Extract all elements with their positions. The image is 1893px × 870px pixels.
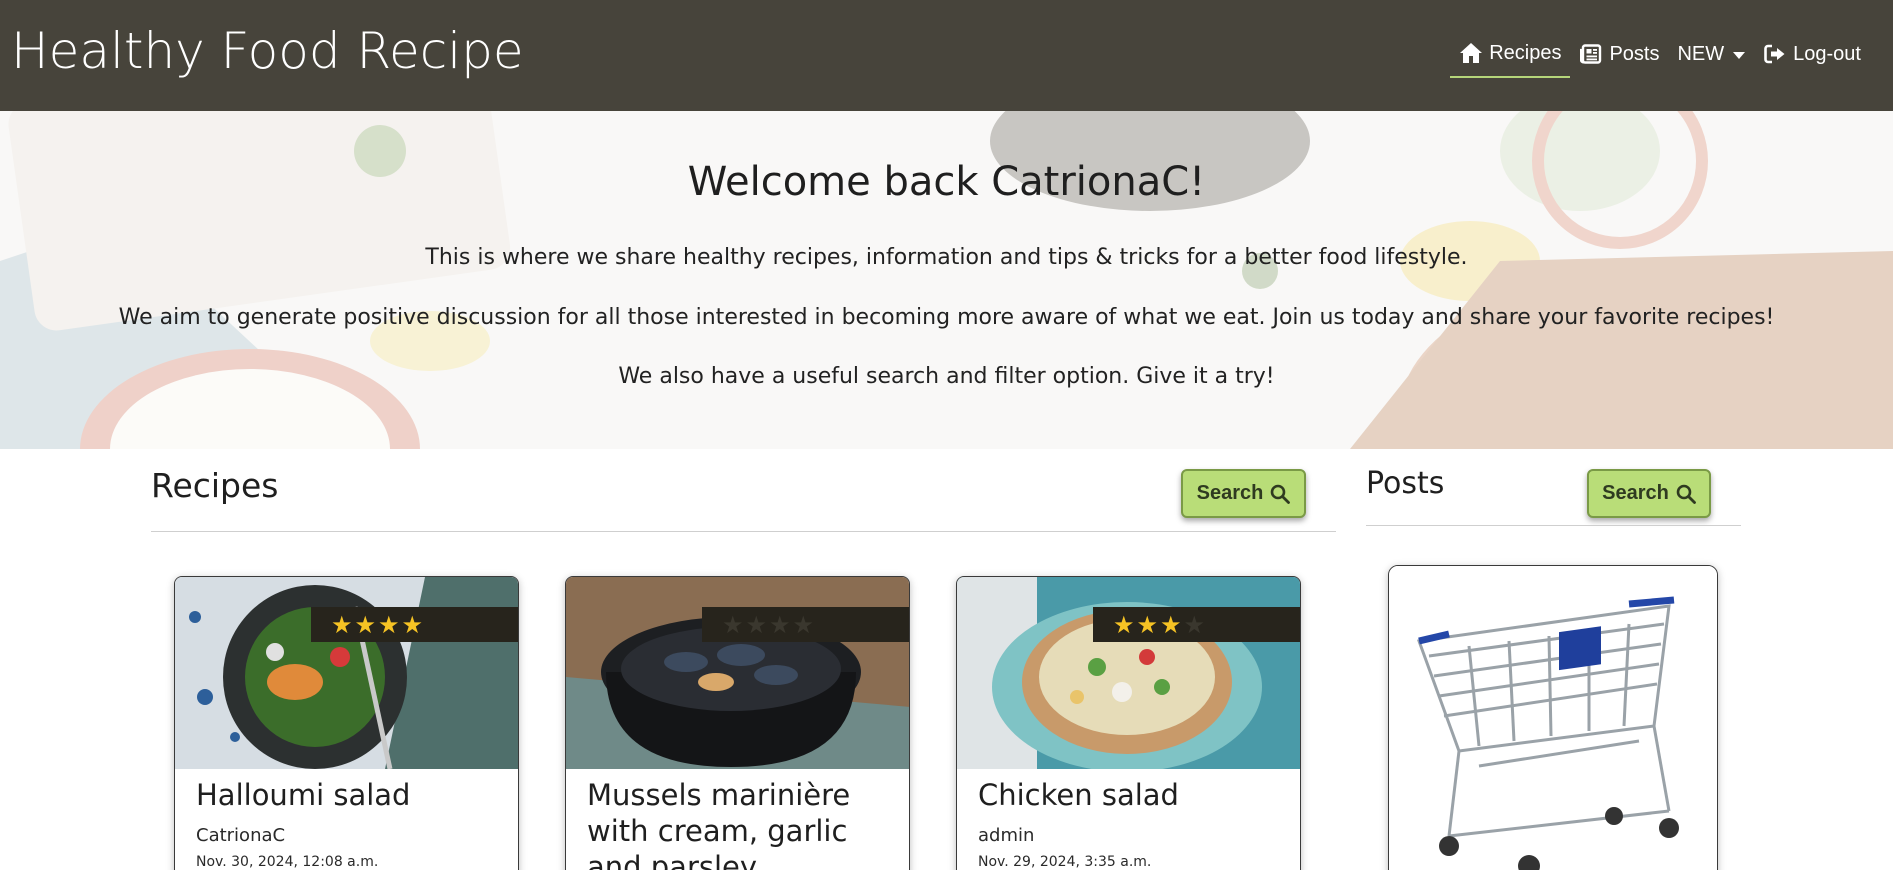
nav-new-label: NEW	[1677, 42, 1725, 65]
recipe-title[interactable]: Chicken salad	[978, 777, 1288, 813]
recipe-title[interactable]: Halloumi salad	[196, 777, 506, 813]
star-icon: ★	[1113, 610, 1135, 639]
star-icon: ★	[792, 610, 815, 639]
recipe-date: Nov. 30, 2024, 12:08 a.m.	[196, 854, 379, 870]
recipes-divider	[151, 531, 1336, 532]
recipe-date: Nov. 29, 2024, 3:35 a.m.	[978, 854, 1152, 870]
nav-recipes-label: Recipes	[1489, 41, 1562, 64]
posts-search-label: Search	[1602, 482, 1669, 504]
search-icon	[1676, 484, 1696, 504]
recipe-title[interactable]: Mussels marinière with cream, garlic and…	[587, 777, 897, 870]
star-icon: ★	[1183, 610, 1206, 639]
logout-icon	[1763, 42, 1787, 66]
nav-posts-label: Posts	[1609, 42, 1660, 65]
nav-logout-label: Log-out	[1793, 42, 1861, 65]
star-icon: ★	[401, 610, 424, 639]
star-icon: ★	[1160, 610, 1182, 639]
recipe-card[interactable]: ★ ★ ★ ★ Halloumi salad CatrionaC Nov. 30, 2…	[174, 576, 519, 870]
recipe-author: CatrionaC	[196, 825, 286, 846]
rating-stars: ★ ★ ★ ★	[702, 607, 909, 642]
rating-stars: ★ ★ ★ ★	[311, 607, 518, 642]
hero-text-line-1: This is where we share healthy recipes, …	[425, 245, 1468, 270]
brand-logo[interactable]: Healthy Food Recipe	[11, 22, 524, 80]
recipes-heading: Recipes	[151, 466, 279, 505]
newspaper-icon	[1579, 42, 1603, 66]
navbar: Healthy Food Recipe Recipes Posts NEW Lo…	[0, 0, 1893, 111]
home-icon	[1459, 41, 1483, 65]
hero-text-line-2: We aim to generate positive discussion f…	[118, 305, 1775, 330]
recipe-card[interactable]: ★ ★ ★ ★ Mussels marinière with cream, garli…	[565, 576, 910, 870]
nav-posts[interactable]: Posts	[1570, 30, 1668, 78]
recipes-search-button[interactable]: Search	[1181, 469, 1306, 518]
star-icon: ★	[769, 610, 791, 639]
nav-menu: Recipes Posts NEW Log-out	[1450, 30, 1870, 78]
recipe-image	[957, 577, 1300, 769]
search-icon	[1270, 484, 1291, 504]
posts-divider	[1366, 525, 1741, 526]
welcome-heading: Welcome back CatrionaC!	[687, 159, 1206, 205]
shopping-cart-image	[1389, 566, 1717, 870]
nav-new-dropdown[interactable]: NEW	[1668, 30, 1754, 78]
hero-banner: Welcome back CatrionaC! This is where we…	[0, 111, 1893, 449]
rating-stars: ★ ★ ★ ★	[1093, 607, 1300, 642]
star-icon: ★	[722, 610, 744, 639]
nav-logout[interactable]: Log-out	[1754, 30, 1870, 78]
recipe-author: admin	[978, 825, 1035, 846]
star-icon: ★	[331, 610, 353, 639]
star-icon: ★	[378, 610, 400, 639]
recipe-image	[175, 577, 518, 769]
star-icon: ★	[745, 610, 768, 639]
nav-recipes[interactable]: Recipes	[1450, 30, 1571, 78]
hero-text-line-3: We also have a useful search and filter …	[618, 364, 1275, 389]
recipes-search-label: Search	[1196, 482, 1264, 504]
chevron-down-icon	[1733, 51, 1746, 59]
star-icon: ★	[1136, 610, 1159, 639]
star-icon: ★	[354, 610, 377, 639]
posts-heading: Posts	[1366, 466, 1445, 501]
post-card[interactable]	[1388, 565, 1718, 870]
recipe-card[interactable]: ★ ★ ★ ★ Chicken salad admin Nov. 29, 2024, …	[956, 576, 1301, 870]
recipe-image	[566, 577, 909, 769]
posts-search-button[interactable]: Search	[1587, 469, 1711, 518]
